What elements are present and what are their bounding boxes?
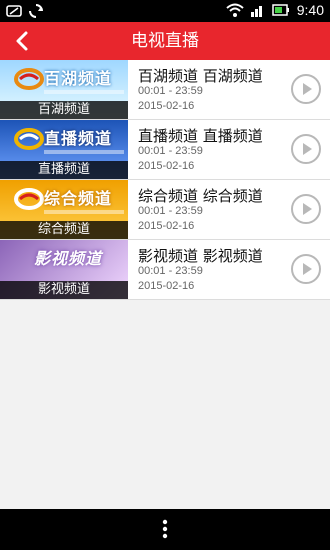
channel-row[interactable]: 直播频道 直播频道 直播频道 直播频道 00:01 - 23:59 2015-0…: [0, 120, 330, 180]
channel-row[interactable]: 影视频道 影视频道 影视频道 影视频道 00:01 - 23:59 2015-0…: [0, 240, 330, 300]
channel-row[interactable]: 综合频道 综合频道 综合频道 综合频道 00:01 - 23:59 2015-0…: [0, 180, 330, 240]
status-bar: 9:40: [0, 0, 330, 22]
battery-icon: [272, 4, 289, 16]
program-date: 2015-02-16: [138, 100, 195, 112]
play-icon: [291, 134, 321, 164]
program-time: 00:01 - 23:59: [138, 85, 203, 97]
channel-title: 直播频道 直播频道: [138, 127, 263, 145]
thumbnail-caption: 影视频道: [0, 281, 128, 299]
channel-banner: 百湖频道: [44, 69, 113, 88]
channel-row[interactable]: 百湖频道 百湖频道 百湖频道 百湖频道 00:01 - 23:59 2015-0…: [0, 60, 330, 120]
channel-list: 百湖频道 百湖频道 百湖频道 百湖频道 00:01 - 23:59 2015-0…: [0, 60, 330, 300]
play-icon: [291, 194, 321, 224]
signal-icon: [250, 6, 262, 17]
thumbnail-caption: 综合频道: [0, 221, 128, 239]
play-icon: [291, 74, 321, 104]
program-date: 2015-02-16: [138, 280, 195, 292]
program-time: 00:01 - 23:59: [138, 265, 203, 277]
notification-icon: [6, 5, 22, 17]
channel-thumbnail[interactable]: 综合频道 综合频道: [0, 180, 128, 239]
clock-text: 9:40: [296, 2, 324, 18]
station-logo-icon: [14, 188, 44, 210]
station-logo-icon: [14, 128, 44, 150]
banner-subtext: [44, 150, 124, 154]
vertical-dots-icon: [162, 519, 168, 539]
play-button[interactable]: [290, 193, 322, 225]
program-time: 00:01 - 23:59: [138, 205, 203, 217]
play-button[interactable]: [290, 253, 322, 285]
thumbnail-caption: 百湖频道: [0, 101, 128, 119]
overflow-menu-button[interactable]: [160, 518, 170, 540]
channel-thumbnail[interactable]: 影视频道 影视频道: [0, 240, 128, 299]
app-bar: 电视直播: [0, 22, 330, 60]
channel-title: 影视频道 影视频道: [138, 247, 263, 265]
program-date: 2015-02-16: [138, 160, 195, 172]
sync-icon: [29, 4, 43, 18]
status-right-icons: 9:40: [226, 2, 324, 18]
channel-title: 综合频道 综合频道: [138, 187, 263, 205]
play-button[interactable]: [290, 73, 322, 105]
banner-subtext: [44, 210, 124, 214]
channel-banner: 影视频道: [34, 249, 103, 268]
wifi-icon: [226, 3, 244, 17]
station-logo-icon: [14, 68, 44, 90]
channel-thumbnail[interactable]: 百湖频道 百湖频道: [0, 60, 128, 119]
program-time: 00:01 - 23:59: [138, 145, 203, 157]
status-left-icons: [6, 3, 44, 19]
thumbnail-caption: 直播频道: [0, 161, 128, 179]
system-nav-bar: [0, 509, 330, 550]
channel-thumbnail[interactable]: 直播频道 直播频道: [0, 120, 128, 179]
play-icon: [291, 254, 321, 284]
channel-banner: 直播频道: [44, 129, 113, 148]
channel-title: 百湖频道 百湖频道: [138, 67, 263, 85]
banner-subtext: [44, 90, 124, 94]
channel-banner: 综合频道: [44, 189, 113, 208]
page-title: 电视直播: [131, 31, 199, 51]
play-button[interactable]: [290, 133, 322, 165]
program-date: 2015-02-16: [138, 220, 195, 232]
